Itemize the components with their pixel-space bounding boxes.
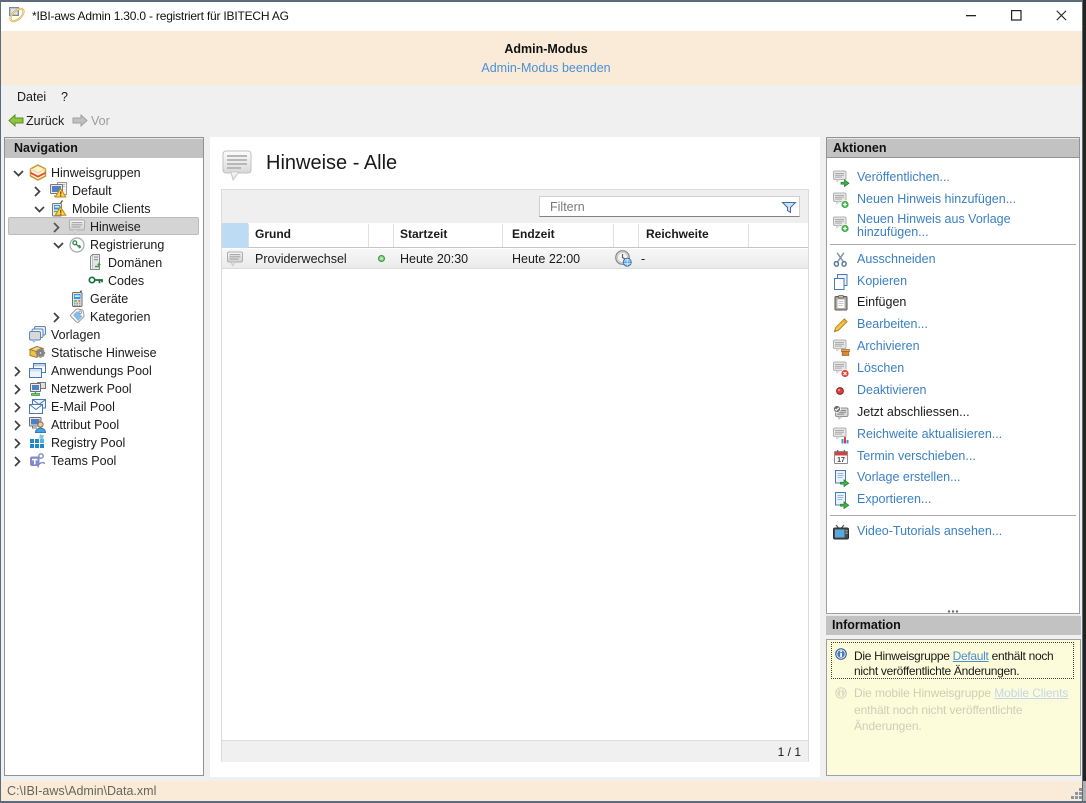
svg-text:17: 17 xyxy=(837,457,845,464)
